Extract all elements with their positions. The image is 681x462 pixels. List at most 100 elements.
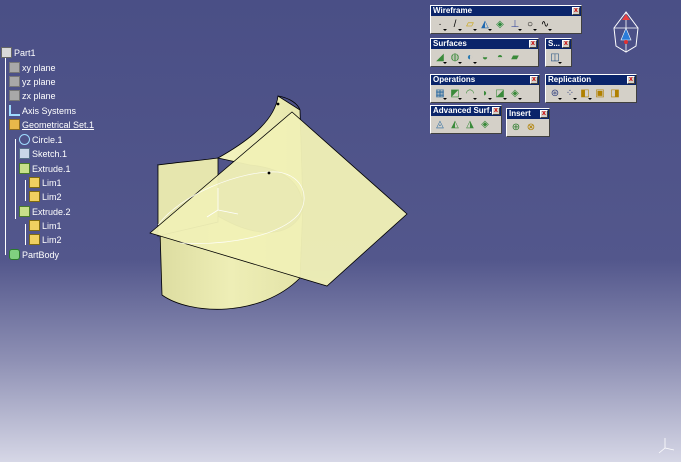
tree-label: PartBody xyxy=(22,249,60,260)
toolbar-surfaces[interactable]: Surfaces x ◢ ◍ ◐ ◒ ◓ ▰ xyxy=(430,38,539,67)
tree-label: Lim1 xyxy=(42,177,62,188)
toolbar-wireframe[interactable]: Wireframe x · / ▱ ◭ ◈ ⊥ ○ ∿ xyxy=(430,5,582,34)
extrapolate-icon[interactable]: ◪ xyxy=(493,87,507,101)
user-feature-icon[interactable]: ◨ xyxy=(608,87,622,101)
wrap-curve-icon[interactable]: ◭ xyxy=(448,118,462,132)
toolbar-replication[interactable]: Replication x ⊛ ⁘ ◧ ▣ ◨ xyxy=(545,74,637,103)
tree-node-yz-plane[interactable]: yz plane xyxy=(9,75,56,88)
specification-tree[interactable]: Part1 xy plane yz plane zx plane Axis Sy… xyxy=(0,44,140,274)
develop-icon[interactable]: ◈ xyxy=(478,118,492,132)
compass-icon[interactable] xyxy=(613,11,639,53)
tree-label: Part1 xyxy=(14,47,36,58)
close-icon[interactable]: x xyxy=(627,76,635,84)
circle-icon[interactable]: ○ xyxy=(523,18,537,32)
extrude-icon xyxy=(19,163,30,174)
sketch-icon xyxy=(19,148,30,159)
intersection-icon[interactable]: ◈ xyxy=(493,18,507,32)
geometrical-set-icon[interactable]: ⊕ xyxy=(509,121,523,135)
tree-label: Lim2 xyxy=(42,234,62,245)
revolve-icon[interactable]: ◍ xyxy=(448,51,462,65)
tree-label: Lim2 xyxy=(42,191,62,202)
plane-icon xyxy=(9,62,20,73)
toolbar-title[interactable]: Operations x xyxy=(431,75,539,85)
tree-node-axis-systems[interactable]: Axis Systems xyxy=(9,104,76,117)
toolbar-title[interactable]: Replication x xyxy=(546,75,636,85)
tree-node-extrude-2-lim1[interactable]: Lim1 xyxy=(29,219,62,232)
fill-icon[interactable]: ◓ xyxy=(493,51,507,65)
boundary-icon[interactable]: ◈ xyxy=(508,87,522,101)
part-icon xyxy=(1,47,12,58)
translate-icon[interactable]: ◗ xyxy=(478,87,492,101)
tree-node-geometrical-set[interactable]: Geometrical Set.1 xyxy=(9,118,94,131)
tree-label: Sketch.1 xyxy=(32,148,68,159)
toolbar-title[interactable]: S... x xyxy=(546,39,571,49)
tree-node-extrude-1[interactable]: Extrude.1 xyxy=(19,162,71,175)
object-repetition-icon[interactable]: ⊛ xyxy=(548,87,562,101)
toolbar-insert[interactable]: Insert x ⊕ ⊗ xyxy=(506,108,550,137)
global-axis-icon xyxy=(658,438,675,454)
toolbar-title[interactable]: Surfaces x xyxy=(431,39,538,49)
plane-icon[interactable]: ▱ xyxy=(463,18,477,32)
toolbar-sketcher[interactable]: S... x ◫ xyxy=(545,38,572,67)
tree-label: yz plane xyxy=(22,76,56,87)
tree-node-part[interactable]: Part1 xyxy=(1,46,36,59)
toolbar-title[interactable]: Insert x xyxy=(507,109,549,119)
offset-icon[interactable]: ◐ xyxy=(463,51,477,65)
close-icon[interactable]: x xyxy=(540,110,548,118)
tree-node-extrude-1-lim2[interactable]: Lim2 xyxy=(29,190,62,203)
close-icon[interactable]: x xyxy=(562,40,570,48)
ordered-set-icon[interactable]: ⊗ xyxy=(524,121,538,135)
sketch-icon[interactable]: ◫ xyxy=(548,51,562,65)
close-icon[interactable]: x xyxy=(572,7,580,15)
sweep-icon[interactable]: ◒ xyxy=(478,51,492,65)
tree-node-xy-plane[interactable]: xy plane xyxy=(9,61,56,74)
circle-icon xyxy=(19,134,30,145)
join-icon[interactable]: ▦ xyxy=(433,87,447,101)
tree-node-sketch[interactable]: Sketch.1 xyxy=(19,147,67,160)
point-marker[interactable] xyxy=(276,102,280,106)
geometrical-set-icon xyxy=(9,119,20,130)
toolbar-title[interactable]: Wireframe x xyxy=(431,6,581,16)
axis-system-icon xyxy=(9,105,20,116)
tree-label: zx plane xyxy=(22,90,56,101)
tree-node-circle[interactable]: Circle.1 xyxy=(19,133,63,146)
body-icon xyxy=(9,249,20,260)
point-marker[interactable] xyxy=(267,171,271,175)
point-icon[interactable]: · xyxy=(433,18,447,32)
extrude-icon[interactable]: ◢ xyxy=(433,51,447,65)
axis-icon[interactable]: ⊥ xyxy=(508,18,522,32)
rectangular-pattern-icon[interactable]: ⁘ xyxy=(563,87,577,101)
tree-label: Extrude.2 xyxy=(32,206,71,217)
toolbar-operations[interactable]: Operations x ▦ ◩ ◠ ◗ ◪ ◈ xyxy=(430,74,540,103)
toolbar-advanced-surfaces[interactable]: Advanced Surf... x ◬ ◭ ◮ ◈ xyxy=(430,105,502,134)
projection-icon[interactable]: ◭ xyxy=(478,18,492,32)
limit-icon xyxy=(29,220,40,231)
tree-label: Extrude.1 xyxy=(32,163,71,174)
bump-icon[interactable]: ◬ xyxy=(433,118,447,132)
split-icon[interactable]: ◩ xyxy=(448,87,462,101)
power-copy-icon[interactable]: ◧ xyxy=(578,87,592,101)
toolbar-title[interactable]: Advanced Surf... x xyxy=(431,106,501,116)
tree-node-extrude-1-lim1[interactable]: Lim1 xyxy=(29,176,62,189)
catalog-icon[interactable]: ▣ xyxy=(593,87,607,101)
shape-morphing-icon[interactable]: ◮ xyxy=(463,118,477,132)
close-icon[interactable]: x xyxy=(530,76,538,84)
limit-icon xyxy=(29,234,40,245)
tree-node-extrude-2-lim2[interactable]: Lim2 xyxy=(29,233,62,246)
tree-node-zx-plane[interactable]: zx plane xyxy=(9,89,56,102)
fillet-icon[interactable]: ◠ xyxy=(463,87,477,101)
limit-icon xyxy=(29,177,40,188)
multisection-icon[interactable]: ▰ xyxy=(508,51,522,65)
tree-node-extrude-2[interactable]: Extrude.2 xyxy=(19,205,71,218)
spline-icon[interactable]: ∿ xyxy=(538,18,552,32)
close-icon[interactable]: x xyxy=(492,107,500,115)
tree-node-partbody[interactable]: PartBody xyxy=(9,248,59,261)
line-icon[interactable]: / xyxy=(448,18,462,32)
plane-icon xyxy=(9,90,20,101)
close-icon[interactable]: x xyxy=(529,40,537,48)
extrude-icon xyxy=(19,206,30,217)
limit-icon xyxy=(29,191,40,202)
tree-label: Lim1 xyxy=(42,220,62,231)
tree-label: Geometrical Set.1 xyxy=(22,119,95,130)
tree-label: Axis Systems xyxy=(22,105,77,116)
